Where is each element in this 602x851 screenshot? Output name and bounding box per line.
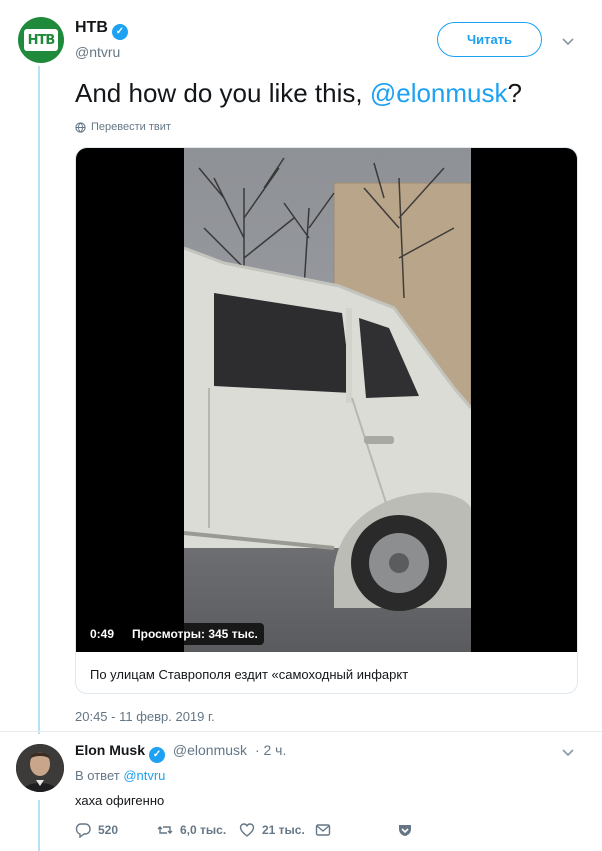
reply-to-mention[interactable]: @ntvru bbox=[123, 768, 165, 783]
retweet-count: 6,0 тыс. bbox=[180, 823, 227, 837]
like-action[interactable]: 21 тыс. bbox=[239, 822, 305, 838]
reply-count: 520 bbox=[98, 823, 119, 837]
divider bbox=[0, 731, 602, 732]
thread-connector-lower bbox=[38, 800, 40, 851]
video-frame bbox=[184, 148, 471, 652]
reply-to-line: В ответ @ntvru bbox=[75, 768, 166, 783]
verified-icon: ✓ bbox=[149, 747, 166, 763]
chevron-down-icon[interactable] bbox=[561, 745, 575, 759]
message-action[interactable] bbox=[315, 822, 331, 838]
reply-time[interactable]: · 2 ч. bbox=[255, 742, 286, 758]
retweet-icon bbox=[157, 826, 173, 834]
reply-text: хаха офигенно bbox=[75, 793, 165, 808]
tweet-author-name[interactable]: НТВ ✓ bbox=[75, 19, 128, 40]
verified-icon: ✓ bbox=[111, 24, 128, 40]
video-duration-badge: 0:49 bbox=[84, 623, 121, 645]
message-icon bbox=[315, 824, 331, 836]
reply-actions: 520 6,0 тыс. 21 тыс. bbox=[75, 822, 415, 840]
follow-button[interactable]: Читать bbox=[437, 22, 542, 57]
reply-action[interactable]: 520 bbox=[75, 822, 118, 838]
video-player[interactable]: 0:49 Просмотры: 345 тыс. bbox=[76, 148, 577, 652]
media-card[interactable]: 0:49 Просмотры: 345 тыс. По улицам Ставр… bbox=[75, 147, 578, 694]
ntv-avatar[interactable]: НТВ bbox=[18, 17, 64, 63]
chevron-down-icon[interactable] bbox=[561, 34, 575, 48]
reply-author-handle[interactable]: @elonmusk bbox=[173, 742, 247, 758]
ntv-logo-icon: НТВ bbox=[24, 29, 58, 51]
like-icon bbox=[239, 823, 255, 837]
like-count: 21 тыс. bbox=[262, 823, 305, 837]
card-title[interactable]: По улицам Ставрополя ездит «самоходный и… bbox=[90, 667, 408, 682]
translate-link[interactable]: Перевести твит bbox=[75, 121, 171, 133]
reply-icon bbox=[75, 823, 91, 838]
reply-avatar[interactable] bbox=[16, 744, 64, 792]
tweet-timestamp[interactable]: 20:45 - 11 февр. 2019 г. bbox=[75, 709, 215, 724]
thread-connector bbox=[38, 66, 40, 734]
mention-link[interactable]: @elonmusk bbox=[370, 78, 508, 108]
video-views-badge: Просмотры: 345 тыс. bbox=[126, 623, 264, 645]
tweet-text: And how do you like this, @elonmusk? bbox=[75, 78, 522, 108]
globe-icon bbox=[75, 121, 86, 133]
reply-author-name[interactable]: Elon Musk bbox=[75, 742, 145, 758]
retweet-action[interactable]: 6,0 тыс. bbox=[157, 822, 226, 838]
bookmark-icon[interactable] bbox=[397, 822, 413, 838]
tweet-author-handle[interactable]: @ntvru bbox=[75, 44, 120, 60]
reply-header: Elon Musk ✓ @elonmusk · 2 ч. bbox=[75, 742, 286, 763]
